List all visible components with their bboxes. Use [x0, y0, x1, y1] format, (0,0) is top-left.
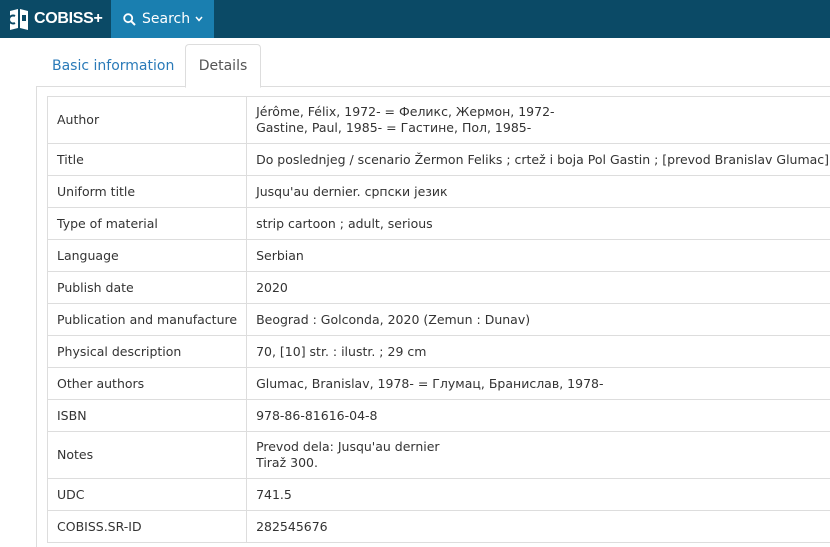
details-panel: Author Jérôme, Félix, 1972- = Феликс, Жер… — [36, 86, 830, 547]
details-row-value: 741.5 — [246, 478, 830, 511]
details-row: Physical description 70, [10] str. : ilus… — [46, 335, 830, 368]
details-row: Publish date 2020 — [46, 271, 830, 304]
details-row-label: Uniform title — [46, 175, 248, 208]
details-row: Author Jérôme, Félix, 1972- = Феликс, Жер… — [46, 96, 830, 144]
details-row: Uniform title Jusqu'au dernier. српски је… — [46, 175, 830, 208]
details-row-label: Physical description — [46, 335, 248, 368]
logo-text: COBISS+ — [34, 10, 103, 27]
details-row-value: 282545676 — [246, 510, 830, 543]
details-value-line: Glumac, Branislav, 1978- = Глумац, Брани… — [256, 375, 604, 391]
cobiss-logo[interactable]: COBISS+ — [8, 6, 103, 32]
details-row-label: COBISS.SR-ID — [46, 510, 248, 543]
tab-details[interactable]: Details — [185, 44, 261, 88]
details-value-line: Jusqu'au dernier. српски језик — [256, 183, 448, 199]
details-value-line: Jérôme, Félix, 1972- = Феликс, Жермон, 1… — [256, 104, 555, 119]
chevron-down-icon — [195, 16, 203, 22]
details-table: Author Jérôme, Félix, 1972- = Феликс, Жер… — [46, 96, 830, 543]
details-row-label: Publication and manufacture — [46, 303, 248, 336]
book-logo-icon — [8, 7, 30, 31]
details-row-label: Publish date — [46, 271, 248, 304]
search-icon — [123, 12, 136, 26]
details-row-value: Beograd : Golconda, 2020 (Zemun : Dunav) — [246, 303, 830, 336]
details-row-label: Author — [46, 96, 248, 144]
details-row-value: Jérôme, Félix, 1972- = Феликс, Жермон, 1… — [246, 96, 830, 144]
details-row-label: Other authors — [46, 367, 248, 400]
details-row-label: Notes — [46, 431, 248, 479]
details-row-value: strip cartoon ; adult, serious — [246, 207, 830, 240]
details-value-line: Beograd : Golconda, 2020 (Zemun : Dunav) — [256, 311, 531, 327]
details-value-line: Prevod dela: Jusqu'au dernier — [256, 439, 440, 454]
details-value-line: 2020 — [256, 279, 288, 295]
details-row: ISBN 978-86-81616-04-8 — [46, 399, 830, 432]
details-row-value: 70, [10] str. : ilustr. ; 29 cm — [246, 335, 830, 368]
details-row-label: Type of material — [46, 207, 248, 240]
details-row: Notes Prevod dela: Jusqu'au dernier Tiraž … — [46, 431, 830, 479]
details-value-line: strip cartoon ; adult, serious — [256, 215, 433, 231]
details-value-line: Serbian — [256, 247, 304, 263]
search-menu-button[interactable]: Search — [111, 0, 214, 38]
details-row-label: Language — [46, 239, 248, 272]
details-value-line: Tiraž 300. — [256, 455, 318, 470]
record-tabs: Basic information Details — [36, 44, 830, 88]
details-row-value: Jusqu'au dernier. српски језик — [246, 175, 830, 208]
details-row: Publication and manufacture Beograd : Gol… — [46, 303, 830, 336]
top-navigation-bar: COBISS+ Search — [0, 0, 830, 38]
details-value-line: Gastine, Paul, 1985- = Гастине, Пол, 198… — [256, 120, 532, 135]
details-row-label: UDC — [46, 478, 248, 511]
details-row-label: ISBN — [46, 399, 248, 432]
details-value-line: 282545676 — [256, 518, 328, 534]
details-row: Type of material strip cartoon ; adult, s… — [46, 207, 830, 240]
details-row: UDC 741.5 — [46, 478, 830, 511]
details-row-value: Serbian — [246, 239, 830, 272]
details-row-value: 2020 — [246, 271, 830, 304]
details-row-value: Prevod dela: Jusqu'au dernier Tiraž 300. — [246, 431, 830, 479]
details-value-line: Do poslednjeg / scenario Žermon Feliks ;… — [256, 151, 830, 167]
details-row: Language Serbian — [46, 239, 830, 272]
details-value-line: 978-86-81616-04-8 — [256, 407, 378, 423]
details-row-value: 978-86-81616-04-8 — [246, 399, 830, 432]
details-row-value: Glumac, Branislav, 1978- = Глумац, Брани… — [246, 367, 830, 400]
details-row: Title Do poslednjeg / scenario Žermon Fel… — [46, 143, 830, 176]
details-value-line: 70, [10] str. : ilustr. ; 29 cm — [256, 343, 427, 359]
search-menu-label: Search — [142, 11, 191, 27]
details-row: COBISS.SR-ID 282545676 — [46, 510, 830, 543]
details-row-value: Do poslednjeg / scenario Žermon Feliks ;… — [246, 143, 830, 176]
tab-basic-information[interactable]: Basic information — [36, 44, 184, 87]
details-row-label: Title — [46, 143, 248, 176]
details-value-line: 741.5 — [256, 486, 292, 502]
details-row: Other authors Glumac, Branislav, 1978- = … — [46, 367, 830, 400]
